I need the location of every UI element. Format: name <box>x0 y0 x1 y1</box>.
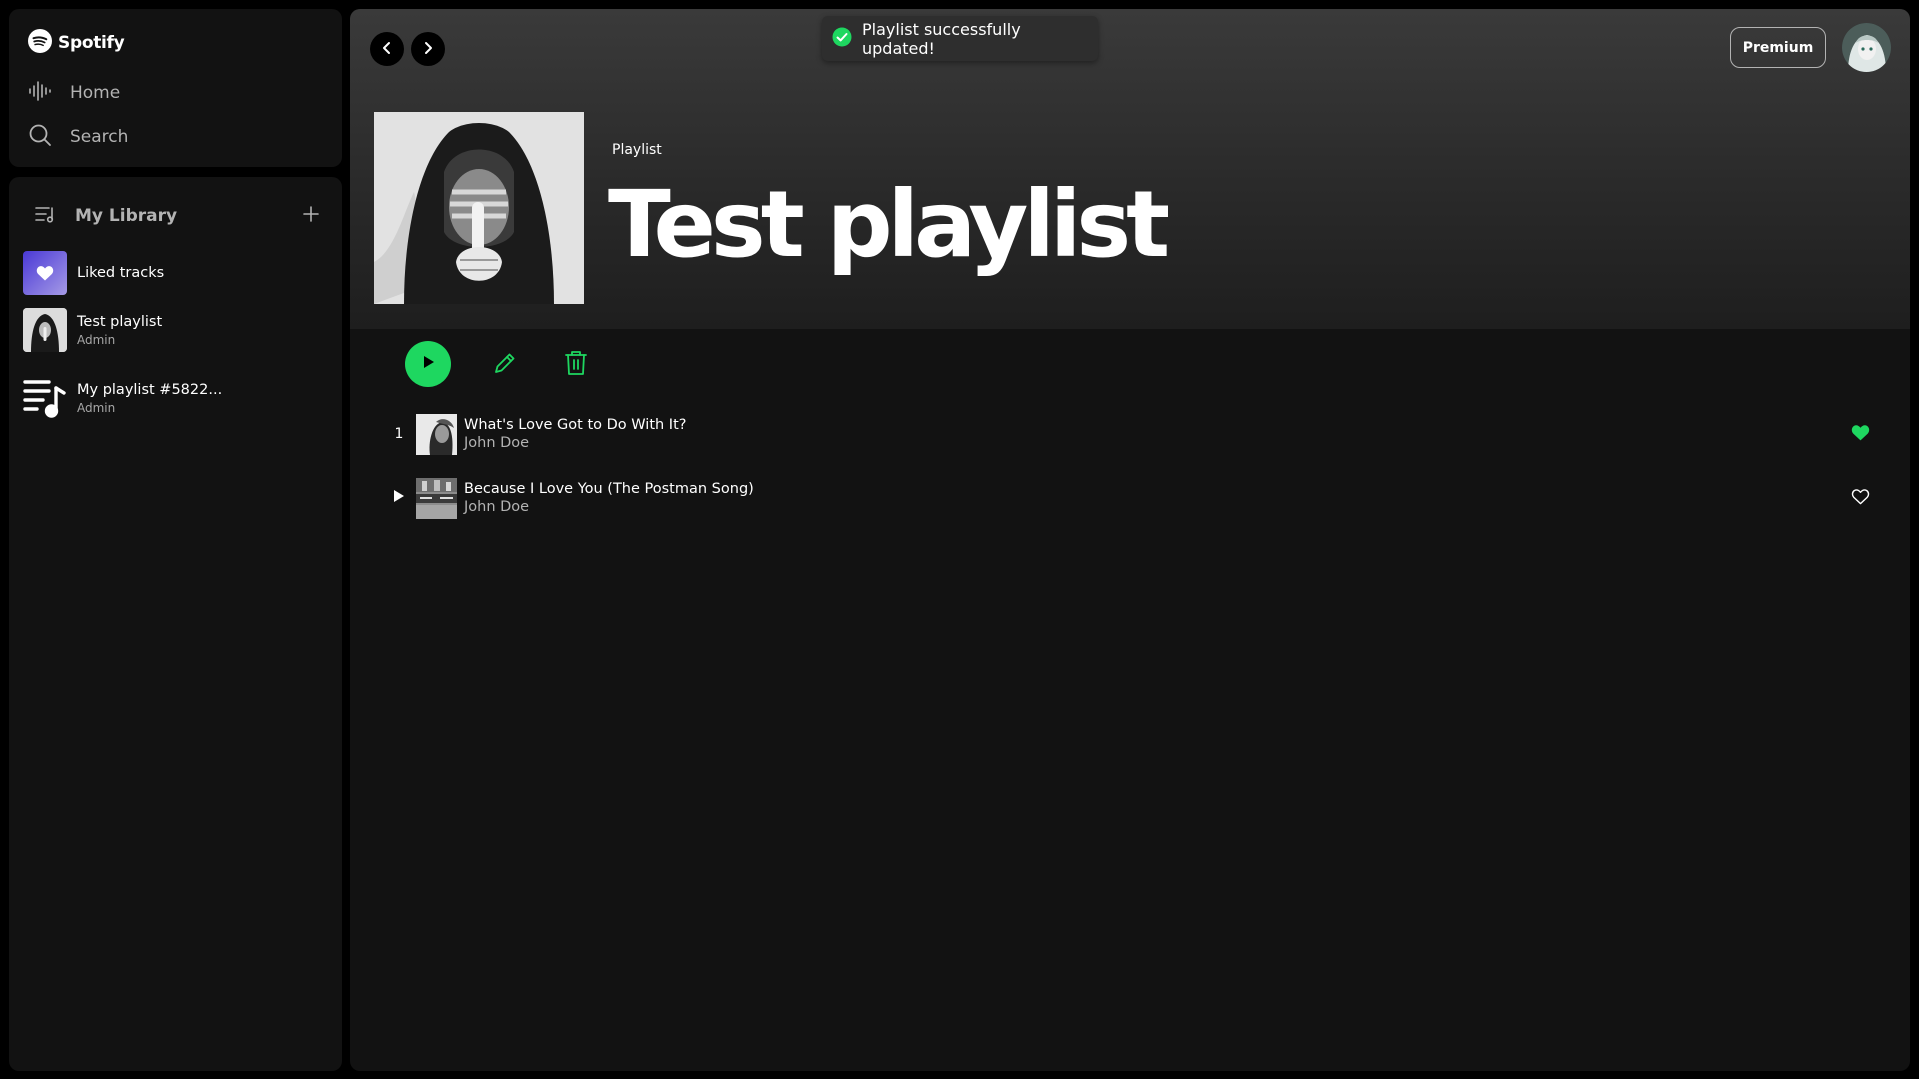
plus-icon[interactable] <box>302 205 320 227</box>
spotify-logo[interactable]: Spotify <box>28 28 125 58</box>
table-row[interactable]: Because I Love You (The Postman Song) Jo… <box>390 476 1880 520</box>
brand-name: Spotify <box>58 33 125 53</box>
action-bar <box>350 329 1910 389</box>
heart-filled-icon[interactable] <box>1851 424 1870 445</box>
track-artist[interactable]: John Doe <box>464 435 686 451</box>
library-item-my-playlist[interactable]: My playlist #5822... Admin <box>23 372 328 424</box>
track-title: What's Love Got to Do With It? <box>464 417 687 433</box>
music-list-icon <box>23 376 67 420</box>
library-item-owner: Admin <box>77 400 116 415</box>
library-panel: My Library Liked tracks Test playlist Ad… <box>9 177 342 1071</box>
soundwave-icon <box>28 79 52 108</box>
track-artist[interactable]: John Doe <box>464 499 754 515</box>
track-title: Because I Love You (The Postman Song) <box>464 481 754 497</box>
main-content: Playlist successfully updated! Premium P… <box>350 9 1910 1071</box>
library-title[interactable]: My Library <box>75 206 177 226</box>
library-item-name: Test playlist <box>77 313 163 330</box>
nav-search-label: Search <box>70 127 129 147</box>
nav-home-label: Home <box>70 83 121 103</box>
delete-button[interactable] <box>564 350 588 380</box>
avatar[interactable] <box>1842 23 1891 72</box>
library-item-name: Liked tracks <box>77 265 165 281</box>
playlist-type-label: Playlist <box>612 142 662 158</box>
library-item-name: My playlist #5822... <box>77 381 223 398</box>
track-thumbnail <box>416 413 457 455</box>
back-button[interactable] <box>370 32 404 66</box>
toast-message: Playlist successfully updated! <box>862 19 1021 58</box>
play-button[interactable] <box>405 341 451 387</box>
pencil-icon <box>493 353 517 379</box>
trash-icon <box>564 351 588 380</box>
page-title: Test playlist <box>608 171 1170 278</box>
library-item-liked-tracks[interactable]: Liked tracks <box>23 247 328 299</box>
success-toast: Playlist successfully updated! <box>822 16 1098 61</box>
playlist-cover-thumbnail <box>23 308 67 352</box>
library-item-owner: Admin <box>77 332 116 347</box>
playlist-cover-image <box>374 112 584 304</box>
chevron-left-icon <box>380 40 394 59</box>
table-row[interactable]: 1 What's Love Got to Do With It? John Do… <box>390 412 1880 456</box>
play-icon <box>420 354 436 374</box>
nav-panel: Spotify Home Search <box>9 9 342 167</box>
library-item-test-playlist[interactable]: Test playlist Admin <box>23 304 328 356</box>
track-number: 1 <box>394 426 404 442</box>
chevron-right-icon <box>421 40 435 59</box>
track-play-button[interactable] <box>390 489 408 507</box>
playlist-header: Playlist successfully updated! Premium P… <box>350 9 1910 329</box>
spotify-logo-icon <box>28 29 52 57</box>
nav-home[interactable]: Home <box>28 77 120 109</box>
check-circle-icon <box>832 27 852 51</box>
nav-search[interactable]: Search <box>28 121 128 153</box>
search-icon <box>28 123 52 152</box>
track-thumbnail <box>416 477 457 519</box>
premium-button[interactable]: Premium <box>1730 27 1826 68</box>
heart-icon <box>23 251 67 295</box>
edit-button[interactable] <box>493 351 517 379</box>
play-icon <box>393 489 405 507</box>
heart-outline-icon[interactable] <box>1851 488 1870 509</box>
library-icon[interactable] <box>35 204 57 228</box>
forward-button[interactable] <box>411 32 445 66</box>
sidebar: Spotify Home Search My Library Liked tra… <box>9 9 342 1071</box>
library-header: My Library <box>35 201 320 231</box>
